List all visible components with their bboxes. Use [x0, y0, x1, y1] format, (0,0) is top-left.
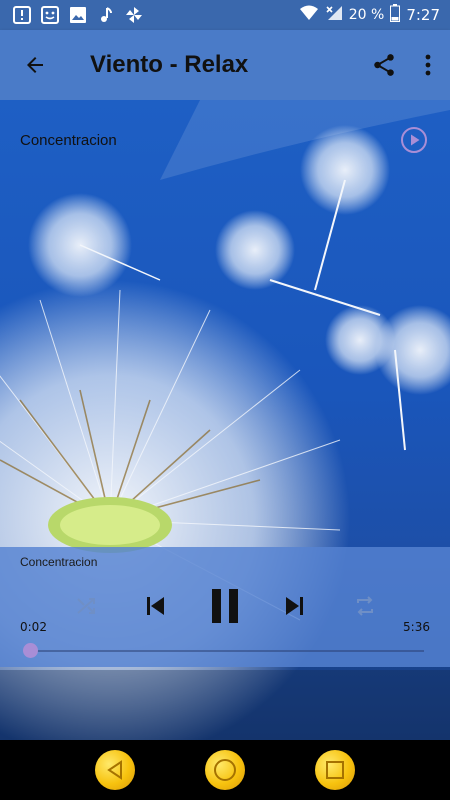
wifi-icon — [299, 5, 319, 25]
circle-home-icon — [214, 759, 236, 781]
seek-thumb[interactable] — [23, 643, 39, 658]
arrow-back-icon — [27, 57, 43, 73]
shuffle-icon — [77, 598, 95, 614]
more-options-button[interactable] — [406, 30, 450, 100]
pause-button[interactable] — [205, 589, 245, 623]
music-note-icon — [96, 5, 116, 25]
background-image: Concentracion Concentracion 0:02 5:36 — [0, 100, 450, 740]
page-title: Viento - Relax — [90, 51, 249, 78]
image-icon — [68, 5, 88, 25]
app-bar: Viento - Relax — [0, 30, 450, 100]
notification-icon — [12, 5, 32, 25]
pinwheel-icon — [124, 5, 144, 25]
nav-recents-button[interactable] — [315, 750, 355, 790]
play-circle-icon[interactable] — [400, 126, 428, 154]
now-playing-title: Concentracion — [20, 555, 98, 569]
share-button[interactable] — [362, 30, 406, 100]
track-title: Concentracion — [20, 131, 117, 149]
nav-home-button[interactable] — [205, 750, 245, 790]
status-bar: 20 % 7:27 — [0, 0, 450, 30]
share-icon — [374, 54, 394, 76]
repeat-icon — [357, 596, 373, 616]
player-panel: Concentracion 0:02 5:36 — [0, 547, 450, 667]
battery-icon — [390, 4, 401, 26]
skip-previous-icon — [147, 597, 164, 615]
square-recents-icon — [326, 761, 344, 779]
elapsed-time: 0:02 — [20, 620, 47, 634]
face-icon — [40, 5, 60, 25]
battery-percent: 20 % — [348, 7, 385, 23]
total-duration: 5:36 — [403, 620, 430, 634]
back-button[interactable] — [0, 30, 70, 100]
clock: 7:27 — [406, 6, 440, 24]
navigation-bar — [0, 740, 450, 800]
more-vert-icon — [425, 54, 431, 76]
list-item[interactable]: Concentracion — [0, 120, 450, 160]
skip-next-button[interactable] — [280, 589, 310, 623]
repeat-button[interactable] — [350, 589, 380, 623]
signal-icon — [325, 5, 343, 25]
skip-previous-button[interactable] — [140, 589, 170, 623]
seek-bar[interactable] — [28, 650, 424, 652]
shuffle-button[interactable] — [72, 589, 100, 623]
pause-icon — [212, 589, 238, 623]
nav-back-button[interactable] — [95, 750, 135, 790]
triangle-back-icon — [107, 760, 122, 780]
skip-next-icon — [286, 597, 303, 615]
